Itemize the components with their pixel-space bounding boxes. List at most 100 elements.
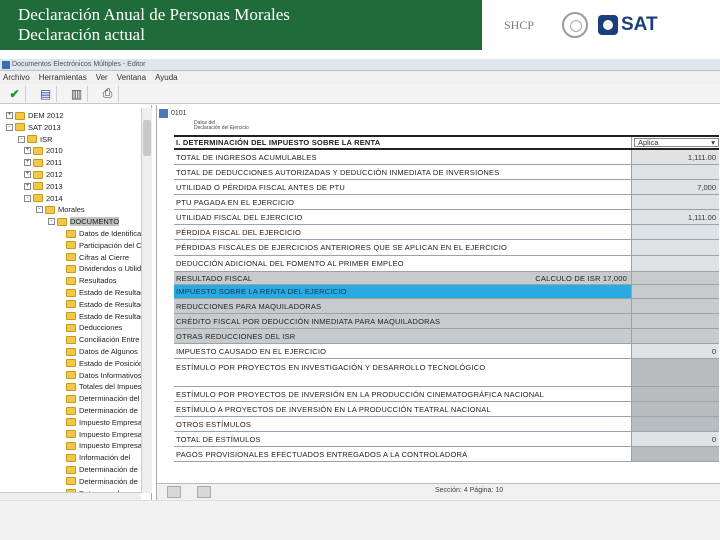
navigation-tree: + DEM 2012- SAT 2013- ISR +2010 +2011 +2012 +20… — [0, 105, 152, 500]
row-value-field[interactable] — [632, 359, 719, 386]
menu-ventana[interactable]: Ventana — [117, 71, 146, 84]
row-label-text: TOTAL DE INGRESOS ACUMULABLES — [176, 152, 317, 162]
tree-node-label: Determinación de — [79, 465, 138, 474]
scrollbar-thumb[interactable] — [143, 120, 151, 156]
tree-node-label: ISR — [40, 134, 53, 144]
folder-icon — [66, 276, 76, 285]
expand-icon[interactable]: + — [24, 147, 31, 155]
tree-node-label: 2013 — [46, 181, 63, 191]
row-value-field[interactable] — [632, 417, 719, 431]
row-value-field[interactable] — [632, 256, 719, 271]
collapse-icon[interactable]: - — [48, 218, 55, 226]
row-label: PTU PAGADA EN EL EJERCICIO — [174, 195, 632, 209]
row-label-text: PÉRDIDA FISCAL DEL EJERCICIO — [176, 227, 302, 237]
table-row: OTROS ESTÍMULOS — [174, 417, 719, 432]
row-label: IMPUESTO SOBRE LA RENTA DEL EJERCICIO — [174, 285, 632, 298]
row-label: ESTÍMULO A PROYECTOS DE INVERSIÓN EN LA … — [174, 402, 632, 416]
row-value-field[interactable] — [632, 195, 719, 209]
table-row: IMPUESTO CAUSADO EN EL EJERCICIO 0 — [174, 344, 719, 359]
folder-icon — [66, 241, 76, 250]
section-title: I. DETERMINACIÓN DEL IMPUESTO SOBRE LA R… — [174, 137, 632, 148]
expand-icon[interactable]: + — [24, 171, 31, 178]
shcp-logo: SHCP — [504, 19, 552, 31]
row-value-field[interactable] — [632, 447, 719, 461]
tree-node-label: Conciliación Entre — [79, 335, 140, 345]
folder-icon — [66, 288, 76, 297]
form-note-line2: Declaración del Ejercicio — [194, 125, 249, 131]
row-label-text: ESTÍMULO POR PROYECTOS DE INVERSIÓN EN L… — [176, 389, 544, 399]
row-label-text: IMPUESTO SOBRE LA RENTA DEL EJERCICIO — [176, 287, 347, 296]
save-button[interactable]: ▤ — [35, 85, 57, 102]
folder-icon — [33, 182, 43, 191]
banner-title-line2: Declaración actual — [18, 25, 145, 44]
row-label-text: DEDUCCIÓN ADICIONAL DEL FOMENTO AL PRIME… — [176, 259, 404, 268]
sat-logo: SAT — [598, 15, 658, 35]
table-row: REDUCCIONES PARA MAQUILADORAS — [174, 299, 719, 314]
tree-vertical-scrollbar[interactable] — [141, 108, 152, 493]
next-page-button[interactable] — [197, 486, 211, 498]
folder-icon — [66, 477, 76, 486]
checkmark-icon: ✔ — [9, 86, 20, 101]
folder-icon — [66, 453, 76, 462]
folder-icon — [57, 217, 67, 226]
row-label: OTRAS REDUCCIONES DEL ISR — [174, 329, 632, 343]
document-button[interactable]: ▥ — [66, 85, 88, 102]
row-value-field[interactable] — [632, 285, 719, 298]
expand-icon[interactable]: + — [24, 182, 31, 190]
menu-herramientas[interactable]: Herramientas — [39, 71, 87, 84]
section-select[interactable]: Aplica ▾ — [634, 138, 719, 147]
folder-icon — [33, 194, 43, 203]
toolbar: ✔ ▤ ▥ ⎙ — [0, 84, 720, 104]
row-label-text: TOTAL DE ESTÍMULOS — [176, 434, 261, 444]
row-value-field[interactable] — [632, 299, 719, 313]
row-label-text: OTRAS REDUCCIONES DEL ISR — [176, 331, 296, 341]
row-value-field[interactable] — [632, 387, 719, 401]
table-row: UTILIDAD FISCAL DEL EJERCICIO 1,111.00 — [174, 210, 719, 225]
row-value-field[interactable] — [632, 165, 719, 179]
row-value-field[interactable]: 7,000 — [632, 180, 719, 194]
collapse-icon[interactable]: - — [6, 123, 13, 131]
folder-icon — [66, 441, 76, 450]
collapse-icon[interactable]: - — [36, 206, 43, 214]
tree-horizontal-scrollbar[interactable] — [0, 492, 141, 500]
tree-node-label: Información del — [79, 453, 131, 463]
tree-node-label: Morales — [58, 205, 85, 215]
row-value-field[interactable] — [632, 314, 719, 328]
row-label: TOTAL DE ESTÍMULOS — [174, 432, 632, 446]
row-value-field[interactable]: 1,111.00 — [632, 150, 719, 164]
collapse-icon[interactable]: - — [18, 135, 25, 143]
row-value-field[interactable] — [632, 272, 719, 284]
folder-icon — [66, 323, 76, 332]
row-value-field[interactable] — [632, 402, 719, 416]
row-value-field[interactable] — [632, 240, 719, 255]
printer-icon: ⎙ — [102, 86, 113, 100]
tree-node-label: SAT 2013 — [28, 122, 61, 132]
form-footer: Sección: 4 Página: 10 — [157, 483, 720, 500]
expand-icon[interactable]: + — [6, 112, 13, 119]
row-label: UTILIDAD FISCAL DEL EJERCICIO — [174, 210, 632, 224]
folder-icon — [66, 300, 76, 309]
menu-ayuda[interactable]: Ayuda — [155, 71, 178, 84]
row-value-field[interactable]: 0 — [632, 432, 719, 446]
row-label: REDUCCIONES PARA MAQUILADORAS — [174, 299, 632, 313]
row-value-field[interactable]: 0 — [632, 344, 719, 358]
collapse-icon[interactable]: - — [24, 194, 31, 202]
print-button[interactable]: ⎙ — [97, 85, 119, 102]
table-row: CRÉDITO FISCAL POR DEDUCCIÓN INMEDIATA P… — [174, 314, 719, 329]
row-value-field[interactable] — [632, 225, 719, 239]
tree-node-label: Totales del Impuesto — [79, 382, 148, 392]
accept-button[interactable]: ✔ — [4, 85, 26, 102]
menu-ver[interactable]: Ver — [96, 71, 108, 84]
row-label: UTILIDAD O PÉRDIDA FISCAL ANTES DE PTU — [174, 180, 632, 194]
previous-page-button[interactable] — [167, 486, 181, 498]
government-seal-icon — [562, 12, 588, 38]
row-value-field[interactable]: 1,111.00 — [632, 210, 719, 224]
form-panel: 0101 Datos del Declaración del Ejercicio… — [156, 105, 720, 500]
tree-node-label: Deducciones — [79, 323, 123, 333]
row-label-text: PÉRDIDAS FISCALES DE EJERCICIOS ANTERIOR… — [176, 243, 508, 252]
row-label: RESULTADO FISCAL CALCULO DE ISR 17,000 — [174, 272, 632, 284]
menu-archivo[interactable]: Archivo — [3, 71, 30, 84]
row-label-text: REDUCCIONES PARA MAQUILADORAS — [176, 301, 322, 311]
row-value-field[interactable] — [632, 329, 719, 343]
expand-icon[interactable]: + — [24, 159, 31, 167]
